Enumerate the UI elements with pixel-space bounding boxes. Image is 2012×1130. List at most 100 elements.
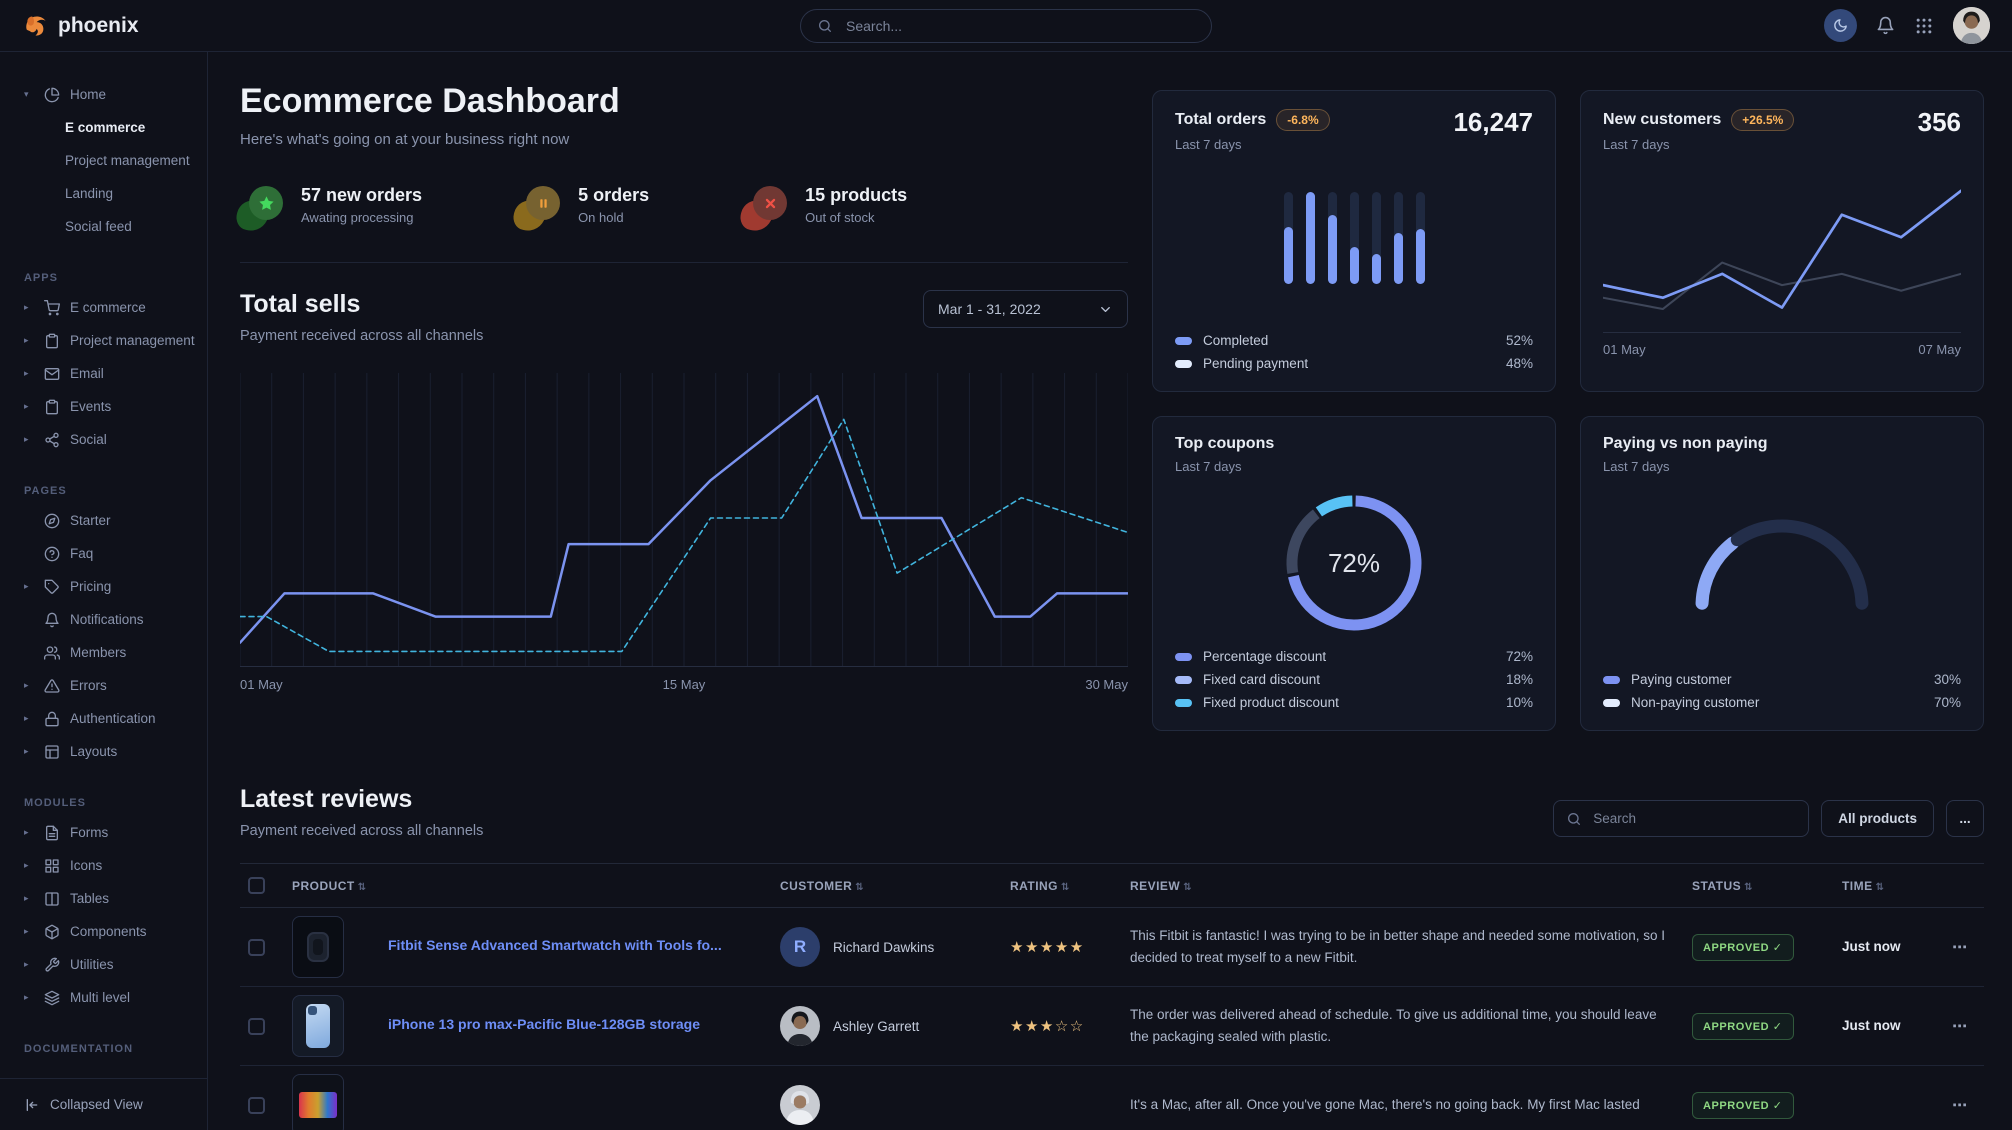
paying-card: Paying vs non paying Last 7 days Paying …: [1580, 416, 1984, 731]
status-badge: APPROVED ✓: [1692, 1013, 1794, 1040]
product-link[interactable]: iPhone 13 pro max-Pacific Blue-128GB sto…: [388, 1016, 700, 1032]
legend-swatch: [1175, 337, 1192, 345]
row-checkbox[interactable]: [248, 1097, 265, 1114]
column-header-rating[interactable]: RATING⇅: [1002, 864, 1122, 908]
sidebar-item-components[interactable]: ▸Components: [24, 915, 197, 948]
reviews-search-input[interactable]: [1591, 810, 1796, 827]
date-range-select[interactable]: Mar 1 - 31, 2022: [923, 290, 1128, 328]
sidebar-subitem-project-management[interactable]: Project management: [24, 144, 197, 177]
all-products-button[interactable]: All products: [1821, 800, 1934, 837]
x-tick: 01 May: [1603, 342, 1646, 357]
legend-swatch: [1603, 676, 1620, 684]
bar: [1284, 192, 1293, 284]
cart-icon: [44, 300, 60, 316]
sort-icon: ⇅: [1183, 882, 1192, 893]
box-icon: [44, 924, 60, 940]
sidebar-item-tables[interactable]: ▸Tables: [24, 882, 197, 915]
apps-menu-button[interactable]: [1914, 16, 1934, 36]
global-search-input[interactable]: [844, 17, 1195, 35]
customer-avatar[interactable]: R: [780, 927, 820, 967]
reviews-search[interactable]: [1553, 800, 1809, 837]
theme-toggle-button[interactable]: [1824, 9, 1857, 42]
sidebar-item-social[interactable]: ▸Social: [24, 423, 197, 456]
row-more-button[interactable]: ⋯: [1952, 939, 1968, 956]
bar: [1350, 192, 1359, 284]
latest-reviews-section: Latest reviews Payment received across a…: [240, 785, 1984, 1130]
sidebar-item-utilities[interactable]: ▸Utilities: [24, 948, 197, 981]
new-customers-card: New customers +26.5% Last 7 days 356 01 …: [1580, 90, 1984, 392]
sidebar-item-faq[interactable]: Faq: [24, 537, 197, 570]
row-checkbox[interactable]: [248, 939, 265, 956]
caret-icon: ▸: [24, 368, 34, 379]
legend-value: 30%: [1934, 672, 1961, 687]
column-header-review[interactable]: REVIEW⇅: [1122, 864, 1684, 908]
legend-row: Fixed product discount10%: [1175, 691, 1533, 714]
status-badge: APPROVED ✓: [1692, 1092, 1794, 1119]
sidebar-subitem-social-feed[interactable]: Social feed: [24, 210, 197, 243]
sidebar-item-multi-level[interactable]: ▸Multi level: [24, 981, 197, 1014]
legend-label: Paying customer: [1631, 672, 1732, 687]
sidebar-item-notifications[interactable]: Notifications: [24, 603, 197, 636]
sidebar-section-label: PAGES: [24, 478, 197, 504]
sidebar-item-email[interactable]: ▸Email: [24, 357, 197, 390]
reviews-more-button[interactable]: ...: [1946, 800, 1984, 837]
column-header-time[interactable]: TIME⇅: [1834, 864, 1944, 908]
x-tick: 15 May: [663, 677, 706, 692]
product-thumbnail[interactable]: [292, 995, 344, 1057]
sidebar-item-forms[interactable]: ▸Forms: [24, 816, 197, 849]
card-period: Last 7 days: [1603, 137, 1961, 152]
new-customers-chart: [1603, 174, 1961, 323]
sidebar-subitem-landing[interactable]: Landing: [24, 177, 197, 210]
customer-avatar[interactable]: [780, 1006, 820, 1046]
column-header-product[interactable]: PRODUCT⇅: [284, 864, 772, 908]
clipboard-icon: [44, 399, 60, 415]
customer-avatar[interactable]: [780, 1085, 820, 1125]
grid-dots-icon: [1914, 16, 1934, 36]
sidebar-subitem-e-commerce[interactable]: E commerce: [24, 111, 197, 144]
product-thumbnail[interactable]: [292, 1074, 344, 1130]
sidebar-item-pricing[interactable]: ▸Pricing: [24, 570, 197, 603]
card-title: Total orders: [1175, 111, 1266, 129]
dashboard-left-column: Ecommerce Dashboard Here's what's going …: [240, 76, 1128, 731]
sidebar-item-e-commerce[interactable]: ▸E commerce: [24, 291, 197, 324]
coupons-legend: Percentage discount72%Fixed card discoun…: [1175, 645, 1533, 714]
grid-icon: [44, 858, 60, 874]
notifications-button[interactable]: [1876, 16, 1895, 35]
legend-value: 18%: [1506, 672, 1533, 687]
brand[interactable]: phoenix: [22, 12, 139, 39]
column-header-customer[interactable]: CUSTOMER⇅: [772, 864, 1002, 908]
total-sells-chart: 01 May15 May30 May: [240, 369, 1128, 692]
brand-name: phoenix: [58, 14, 139, 38]
legend-value: 52%: [1506, 333, 1533, 348]
row-more-button[interactable]: ⋯: [1952, 1018, 1968, 1035]
row-checkbox[interactable]: [248, 1018, 265, 1035]
row-more-button[interactable]: ⋯: [1952, 1097, 1968, 1114]
layout-icon: [44, 744, 60, 760]
total-sells-title: Total sells: [240, 290, 483, 319]
sidebar-item-starter[interactable]: Starter: [24, 504, 197, 537]
review-time: Just now: [1842, 1018, 1901, 1033]
product-link[interactable]: Fitbit Sense Advanced Smartwatch with To…: [388, 937, 722, 953]
sidebar-item-authentication[interactable]: ▸Authentication: [24, 702, 197, 735]
stat-value: 15 products: [805, 185, 907, 206]
sidebar-item-members[interactable]: Members: [24, 636, 197, 669]
sidebar-item-label: Layouts: [70, 744, 117, 759]
global-search[interactable]: [800, 9, 1212, 43]
sidebar-item-home[interactable]: ▾Home: [24, 78, 197, 111]
sidebar-item-project-management[interactable]: ▸Project management: [24, 324, 197, 357]
sidebar-item-icons[interactable]: ▸Icons: [24, 849, 197, 882]
user-avatar[interactable]: [1953, 7, 1990, 44]
product-thumbnail[interactable]: [292, 916, 344, 978]
chevron-down-icon: [1098, 302, 1113, 317]
column-header-status[interactable]: STATUS⇅: [1684, 864, 1834, 908]
bell-icon: [1876, 16, 1895, 35]
collapse-view-button[interactable]: Collapsed View: [0, 1078, 207, 1130]
caret-icon: ▸: [24, 401, 34, 412]
select-all-checkbox[interactable]: [248, 877, 265, 894]
sidebar-item-events[interactable]: ▸Events: [24, 390, 197, 423]
card-title: New customers: [1603, 111, 1721, 129]
sidebar-item-layouts[interactable]: ▸Layouts: [24, 735, 197, 768]
caret-icon: ▸: [24, 992, 34, 1003]
paying-legend: Paying customer30%Non-paying customer70%: [1603, 668, 1961, 714]
sidebar-item-errors[interactable]: ▸Errors: [24, 669, 197, 702]
